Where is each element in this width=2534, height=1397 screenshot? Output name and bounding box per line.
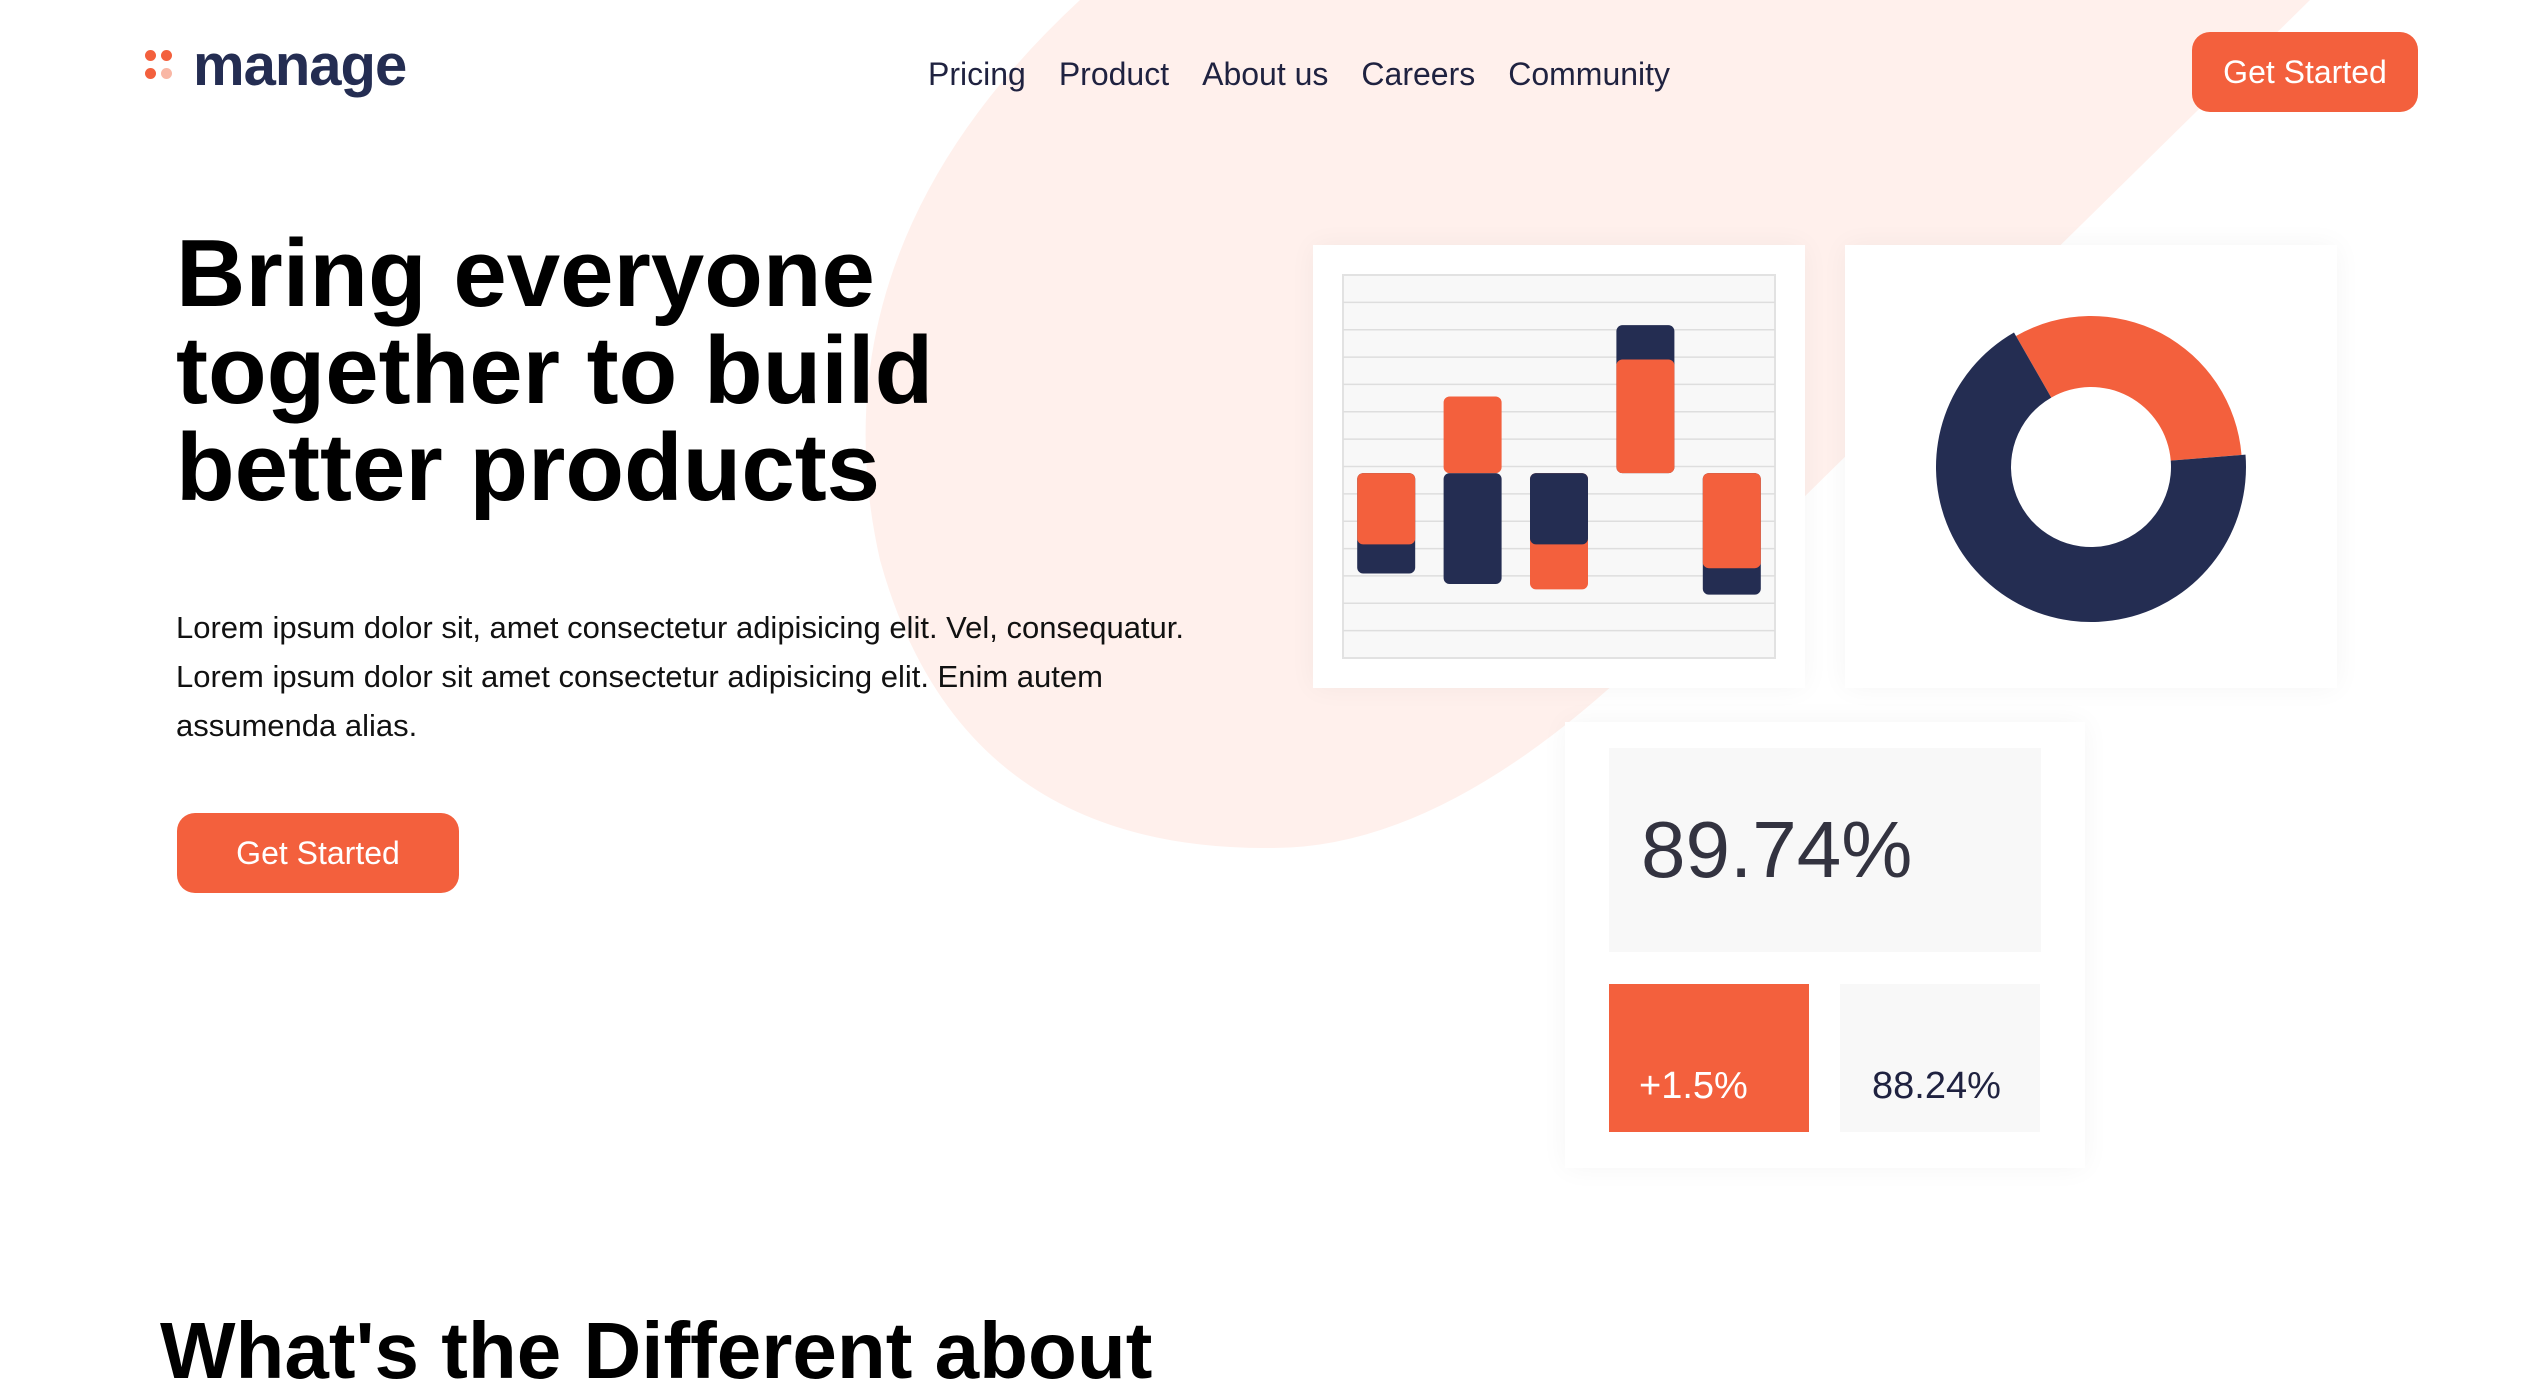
change-stat-box: +1.5% bbox=[1609, 984, 1809, 1132]
bar bbox=[1357, 473, 1416, 545]
bar bbox=[1443, 396, 1502, 474]
bar bbox=[1616, 359, 1675, 474]
secondary-stat-value: 88.24% bbox=[1872, 1065, 2001, 1107]
hero-description: Lorem ipsum dolor sit, amet consectetur … bbox=[176, 610, 1185, 743]
nav-link-pricing[interactable]: Pricing bbox=[928, 56, 1026, 93]
section-heading: What's the Different about bbox=[160, 1306, 1153, 1395]
main-nav: Pricing Product About us Careers Communi… bbox=[928, 50, 1670, 98]
main-stat-box: 89.74% bbox=[1609, 748, 2041, 952]
donut-chart-card bbox=[1845, 245, 2337, 688]
hero-headline: Bring everyone together to build better … bbox=[176, 220, 934, 521]
header-get-started-button[interactable]: Get Started bbox=[2192, 32, 2418, 112]
nav-link-product[interactable]: Product bbox=[1059, 56, 1169, 93]
donut-chart bbox=[1936, 316, 2246, 622]
nav-link-careers[interactable]: Careers bbox=[1361, 56, 1475, 93]
bar-chart-card bbox=[1313, 245, 1805, 688]
bar bbox=[1443, 473, 1502, 585]
nav-link-community[interactable]: Community bbox=[1508, 56, 1670, 93]
bar bbox=[1702, 473, 1761, 569]
main-stat-value: 89.74% bbox=[1641, 805, 1913, 894]
logo-dots-icon bbox=[143, 47, 175, 83]
donut-slice bbox=[2015, 316, 2242, 461]
bar-chart bbox=[1342, 274, 1776, 659]
hero-get-started-button[interactable]: Get Started bbox=[177, 813, 459, 893]
secondary-stat-box: 88.24% bbox=[1840, 984, 2040, 1132]
change-stat-value: +1.5% bbox=[1639, 1065, 1748, 1107]
brand-logo[interactable]: manage bbox=[143, 30, 407, 100]
nav-link-about[interactable]: About us bbox=[1202, 56, 1328, 93]
bar bbox=[1530, 473, 1588, 545]
brand-name: manage bbox=[193, 32, 407, 98]
